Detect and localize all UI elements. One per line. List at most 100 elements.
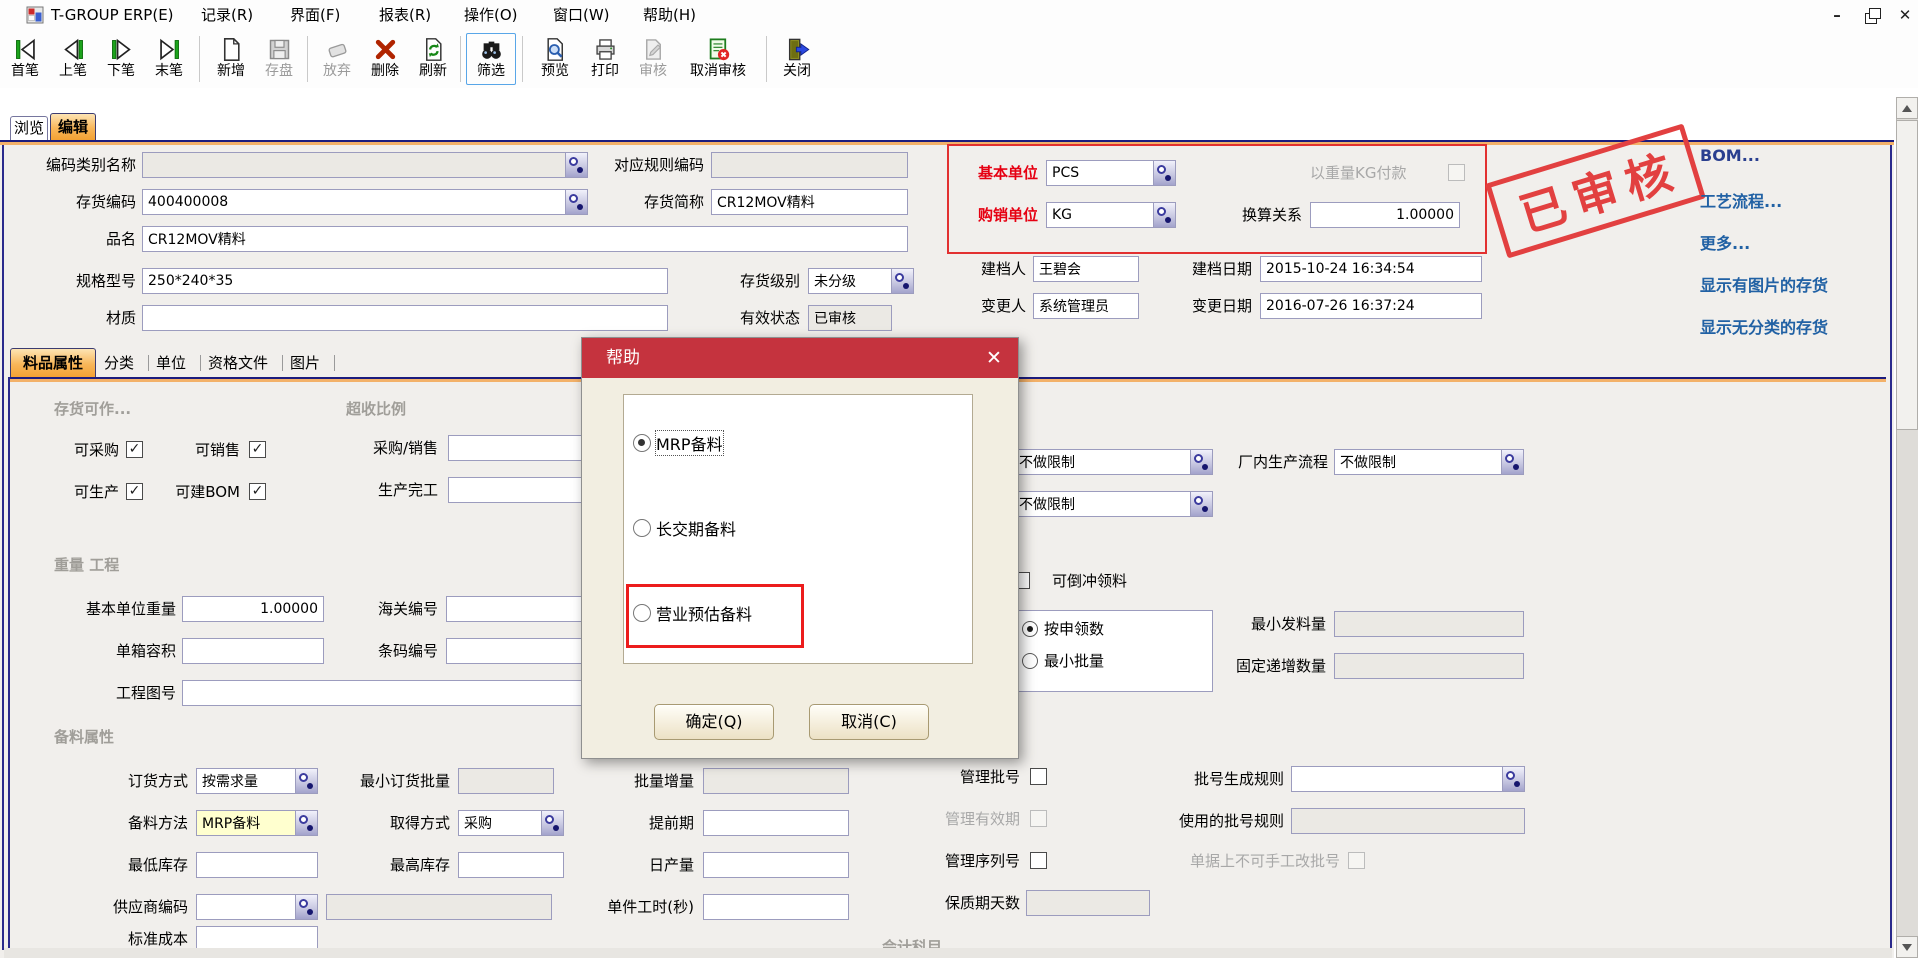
toolbar-print-button[interactable]: 打印	[582, 33, 628, 85]
window-restore-button[interactable]	[1858, 4, 1884, 26]
code-category-field[interactable]	[142, 152, 588, 178]
window-close-button[interactable]: ✕	[1892, 4, 1918, 26]
max-stock-field[interactable]	[458, 852, 564, 878]
item-code-field[interactable]: 400400008	[142, 189, 588, 215]
scroll-down-button[interactable]	[1896, 936, 1918, 958]
min-stock-field[interactable]	[196, 852, 318, 878]
link-show-with-images[interactable]: 显示有图片的存货	[1700, 272, 1828, 296]
bom-allowed-checkbox[interactable]	[249, 483, 266, 500]
acquire-mode-field[interactable]: 采购	[458, 810, 564, 836]
toolbar-delete-button[interactable]: 删除	[362, 33, 408, 85]
item-name-field[interactable]: CR12MOV精料	[142, 226, 908, 252]
menu-window[interactable]: 窗口(W)	[553, 5, 610, 25]
toolbar-new-button[interactable]: 新增	[208, 33, 254, 85]
base-unit-field[interactable]: PCS	[1046, 160, 1176, 186]
tab-edit[interactable]: 编辑	[50, 113, 96, 140]
link-more[interactable]: 更多...	[1700, 230, 1750, 254]
toolbar-close-button[interactable]: 关闭	[774, 33, 820, 85]
lookup-icon[interactable]	[1501, 450, 1523, 474]
toolbar-filter-button[interactable]: 筛选	[466, 33, 516, 85]
menu-report[interactable]: 报表(R)	[379, 5, 431, 25]
subtab-units[interactable]: 单位	[156, 350, 196, 376]
lookup-icon[interactable]	[565, 190, 587, 214]
dialog-title-bar[interactable]: 帮助	[582, 338, 1018, 378]
subtab-qualification-files[interactable]: 资格文件	[208, 350, 278, 376]
level-field[interactable]: 未分级	[808, 268, 914, 294]
toolbar-separator	[766, 36, 767, 82]
lookup-icon[interactable]	[1153, 161, 1175, 185]
toolbar-cancel-audit-button[interactable]: 取消审核	[678, 33, 758, 85]
scrollbar-thumb[interactable]	[1896, 120, 1918, 430]
supplier-code-field[interactable]	[196, 894, 318, 920]
trade-unit-field[interactable]: KG	[1046, 202, 1176, 228]
subtab-classification[interactable]: 分类	[104, 350, 144, 376]
prepare-method-value: MRP备料	[202, 813, 291, 833]
status-field: 已审核	[808, 305, 892, 331]
lookup-icon[interactable]	[1190, 450, 1212, 474]
dialog-close-button[interactable]: ✕	[980, 345, 1008, 371]
toolbar-prev-record-button[interactable]: 上笔	[50, 33, 96, 85]
dialog-ok-button[interactable]: 确定(Q)	[654, 704, 774, 740]
menu-view[interactable]: 界面(F)	[290, 5, 340, 25]
dialog-option-mrp[interactable]: MRP备料	[633, 431, 933, 455]
lookup-icon[interactable]	[295, 811, 317, 835]
menu-help[interactable]: 帮助(H)	[643, 5, 696, 25]
lookup-icon[interactable]	[1502, 767, 1524, 791]
tab-browse[interactable]: 浏览	[10, 116, 48, 140]
conversion-field[interactable]: 1.00000	[1310, 202, 1460, 228]
radio-icon[interactable]	[633, 434, 651, 452]
lookup-icon[interactable]	[295, 769, 317, 793]
lookup-icon[interactable]	[1153, 203, 1175, 227]
link-bom[interactable]: BOM...	[1700, 146, 1760, 165]
subtab-images[interactable]: 图片	[290, 350, 330, 376]
toolbar-refresh-button[interactable]: 刷新	[410, 33, 456, 85]
link-process-flow[interactable]: 工艺流程...	[1700, 188, 1782, 212]
rule-code-label: 对应规则编码	[586, 152, 704, 178]
leadtime-field[interactable]	[703, 810, 849, 836]
menu-record[interactable]: 记录(R)	[201, 5, 253, 25]
restriction-field-1[interactable]: 不做限制	[1013, 449, 1213, 475]
producible-checkbox[interactable]	[126, 483, 143, 500]
leadtime-label: 提前期	[638, 810, 694, 836]
issue-min-batch-radio[interactable]	[1022, 653, 1038, 669]
toolbar-last-record-button[interactable]: 末笔	[146, 33, 192, 85]
scroll-up-button[interactable]	[1896, 97, 1918, 119]
window-minimize-button[interactable]: –	[1824, 4, 1850, 26]
toolbar-preview-button[interactable]: 预览	[532, 33, 578, 85]
menu-app[interactable]: T-GROUP ERP(E)	[51, 5, 174, 25]
arrow-down-icon	[1902, 944, 1912, 951]
lookup-icon[interactable]	[1190, 492, 1212, 516]
issue-by-apply-radio[interactable]	[1022, 621, 1038, 637]
lookup-icon[interactable]	[295, 895, 317, 919]
prepare-method-field[interactable]: MRP备料	[196, 810, 318, 836]
dialog-cancel-button[interactable]: 取消(C)	[809, 704, 929, 740]
manage-batch-checkbox[interactable]	[1030, 768, 1047, 785]
lookup-icon[interactable]	[541, 811, 563, 835]
radio-icon[interactable]	[633, 519, 651, 537]
restriction-field-2[interactable]: 不做限制	[1013, 491, 1213, 517]
item-abbr-field[interactable]: CR12MOV精料	[711, 189, 908, 215]
batch-rule-field[interactable]	[1291, 766, 1525, 792]
toolbar-first-record-button[interactable]: 首笔	[2, 33, 48, 85]
drawing-no-field[interactable]	[182, 680, 628, 706]
menu-action[interactable]: 操作(O)	[464, 5, 518, 25]
factory-flow-field[interactable]: 不做限制	[1334, 449, 1524, 475]
supplier-name-field	[326, 894, 552, 920]
link-show-unclassified[interactable]: 显示无分类的存货	[1700, 314, 1828, 338]
subtab-item-properties[interactable]: 料品属性	[10, 348, 96, 377]
section-over-receive: 超收比例	[346, 398, 406, 419]
daily-output-field[interactable]	[703, 852, 849, 878]
spec-field[interactable]: 250*240*35	[142, 268, 668, 294]
material-field[interactable]	[142, 305, 668, 331]
order-mode-field[interactable]: 按需求量	[196, 768, 318, 794]
unit-time-field[interactable]	[703, 894, 849, 920]
purchasable-checkbox[interactable]	[126, 441, 143, 458]
lookup-icon[interactable]	[891, 269, 913, 293]
lookup-icon[interactable]	[565, 153, 587, 177]
dialog-option-long-lead[interactable]: 长交期备料	[633, 516, 933, 540]
toolbar-next-record-button[interactable]: 下笔	[98, 33, 144, 85]
unit-weight-field[interactable]: 1.00000	[182, 596, 324, 622]
manage-serial-checkbox[interactable]	[1030, 852, 1047, 869]
sellable-checkbox[interactable]	[249, 441, 266, 458]
box-volume-field[interactable]	[182, 638, 324, 664]
